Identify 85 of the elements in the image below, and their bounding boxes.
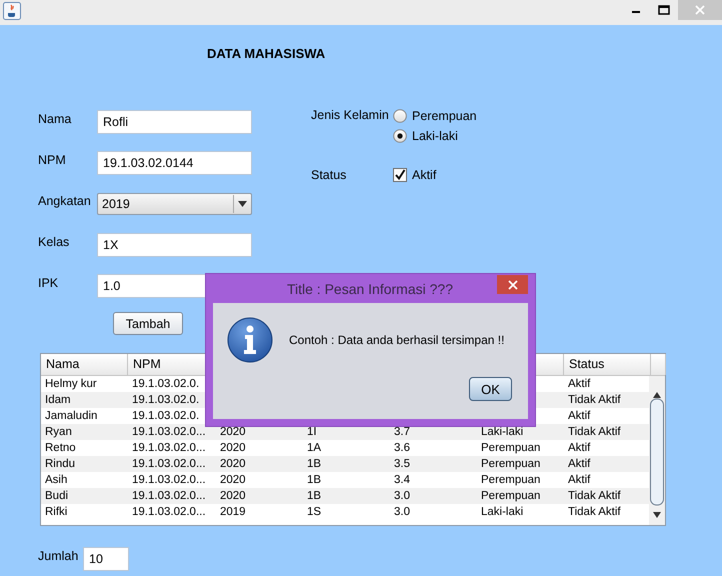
form-heading: DATA MAHASISWA [207, 46, 326, 62]
info-icon [227, 317, 273, 363]
close-icon [508, 280, 518, 290]
table-cell-text: 19.1.03.02.0... [131, 473, 207, 488]
status-label: Status [311, 168, 348, 182]
java-cup-icon [3, 2, 21, 20]
gender-label: Jenis Kelamin [311, 108, 390, 122]
table-cell-text: 2020 [219, 489, 247, 504]
table-cell-text: Retno [44, 441, 77, 456]
table-cell-text: Idam [44, 393, 72, 408]
caret-icon [238, 201, 246, 207]
table-cell-text: 2020 [219, 441, 247, 456]
table-cell-text: 2020 [219, 457, 247, 472]
field-label: IPK [38, 276, 60, 290]
field-label: Kelas [38, 235, 70, 249]
table-cell-text: 2020 [219, 425, 247, 440]
table-cell-text: 1B [306, 457, 322, 472]
table-cell-text: Aktif [567, 441, 592, 456]
table-cell-text: Aktif [567, 377, 592, 392]
dialog-message: Contoh : Data anda berhasil tersimpan !! [289, 333, 504, 347]
table-cell-text: 3.4 [393, 473, 411, 488]
table-cell-text: Aktif [567, 457, 592, 472]
table-cell-text: 2020 [219, 473, 247, 488]
table-cell-text: Tidak Aktif [567, 489, 622, 504]
table-cell-text: Perempuan [480, 457, 542, 472]
radio-label: Laki-laki [412, 129, 458, 143]
input-field[interactable]: 19.1.03.02.0144 [97, 151, 252, 175]
table-cell-text: Perempuan [480, 489, 542, 504]
radio-button[interactable] [393, 109, 407, 123]
table-cell-text: 19.1.03.02.0. [131, 393, 200, 408]
table-cell-text: 1B [306, 489, 322, 504]
table-cell-text: Aktif [567, 409, 592, 424]
table-cell-text: 19.1.03.02.0... [131, 425, 207, 440]
table-cell-text: 19.1.03.02.0. [131, 377, 200, 392]
table-cell-text: 19.1.03.02.0... [131, 457, 207, 472]
field-label: Nama [38, 112, 72, 126]
table-cell-text: Perempuan [480, 441, 542, 456]
scrollbar[interactable] [649, 376, 665, 525]
table-cell-text: 1S [306, 505, 322, 520]
table-cell-text: 1I [306, 425, 318, 440]
checkbox[interactable] [393, 168, 407, 182]
table-cell-text: Tidak Aktif [567, 505, 622, 520]
table-cell-text: Jamaludin [44, 409, 98, 424]
field-label: NPM [38, 153, 67, 167]
table-cell-text: 3.5 [393, 457, 411, 472]
table-cell-text: Rindu [44, 457, 76, 472]
table-cell-text: Budi [44, 489, 70, 504]
close-icon [694, 4, 706, 16]
table-cell-text: 19.1.03.02.0... [131, 505, 207, 520]
ok-button[interactable]: OK [469, 377, 512, 401]
table-cell-text: Laki-laki [480, 425, 524, 440]
table-cell-text: 19.1.03.02.0. [131, 409, 200, 424]
table-cell-text: Aktif [567, 473, 592, 488]
radio-button[interactable] [393, 129, 407, 143]
table-cell-text: Tidak Aktif [567, 425, 622, 440]
input-field[interactable]: 1X [97, 233, 252, 257]
add-button[interactable]: Tambah [113, 312, 183, 335]
close-button[interactable] [497, 275, 528, 294]
table-cell-text: Tidak Aktif [567, 393, 622, 408]
table-cell-text: 2019 [219, 505, 247, 520]
dialog-title: Title : Pesan Informasi ??? [286, 281, 454, 297]
dropdown[interactable]: 2019 [97, 193, 252, 215]
table-cell-text: Perempuan [480, 473, 542, 488]
table-cell-text: 3.0 [393, 489, 411, 504]
table-cell-text: 3.0 [393, 505, 411, 520]
table-cell-text: 19.1.03.02.0... [131, 489, 207, 504]
table-cell-text: 3.6 [393, 441, 411, 456]
maximize-icon [658, 5, 670, 15]
table-cell-text: Helmy kur [44, 377, 98, 392]
radio-label: Perempuan [412, 109, 477, 123]
column-header[interactable]: Nama [41, 354, 128, 375]
field-label: Angkatan [38, 194, 92, 208]
count-label: Jumlah [38, 549, 80, 563]
input-field[interactable]: Rofli [97, 110, 252, 134]
table-cell-text: Rifki [44, 505, 68, 520]
column-header[interactable]: Status [564, 354, 651, 375]
table-cell-text: Asih [44, 473, 68, 488]
table-cell-text: 19.1.03.02.0... [131, 441, 207, 456]
table-cell-text: Laki-laki [480, 505, 524, 520]
count-field[interactable]: 10 [83, 547, 129, 571]
table-cell-text: 1B [306, 473, 322, 488]
table-cell-text: 3.7 [393, 425, 411, 440]
table-cell-text: Ryan [44, 425, 73, 440]
table-cell-text: 1A [306, 441, 322, 456]
checkbox-label: Aktif [412, 168, 436, 182]
